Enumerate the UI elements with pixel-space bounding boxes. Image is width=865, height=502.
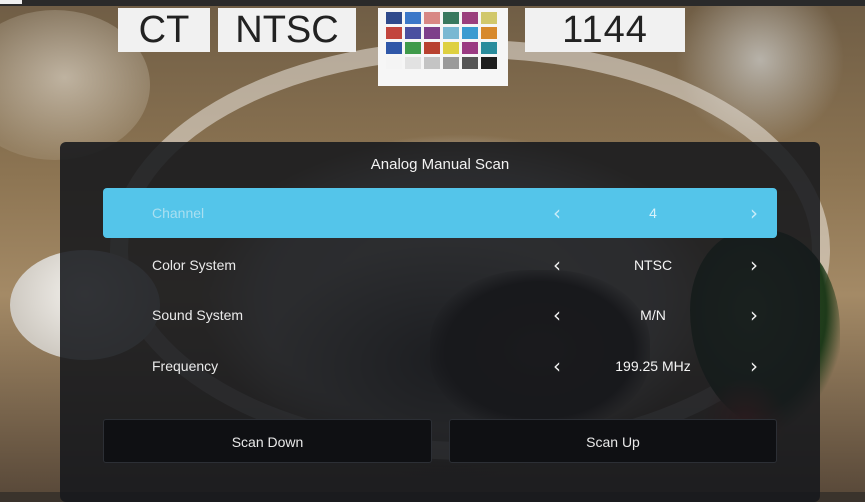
color-swatch-grid (378, 8, 508, 86)
color-swatch (481, 27, 497, 39)
scan-down-button[interactable]: Scan Down (103, 419, 432, 463)
top-edge-bar (0, 0, 865, 6)
color-swatch (443, 12, 459, 24)
color-swatch (386, 12, 402, 24)
color-swatch (405, 42, 421, 54)
broadcast-ct-label: CT (118, 8, 210, 52)
color-swatch (405, 27, 421, 39)
broadcast-standard-label: NTSC (218, 8, 356, 52)
scan-up-button[interactable]: Scan Up (449, 419, 777, 463)
row-label: Sound System (152, 307, 244, 323)
color-swatch (462, 42, 478, 54)
color-swatch (481, 42, 497, 54)
row-value: NTSC (633, 257, 673, 273)
row-value: 199.25 MHz (615, 358, 691, 374)
row-label: Frequency (152, 358, 219, 374)
broadcast-number-label: 1144 (525, 8, 685, 52)
color-swatch (386, 42, 402, 54)
row-color-system[interactable]: Color System ‹ NTSC › (103, 240, 777, 290)
color-swatch (462, 57, 478, 69)
panel-title: Analog Manual Scan (370, 156, 510, 173)
color-swatch (424, 12, 440, 24)
color-swatch (481, 57, 497, 69)
row-value: 4 (649, 205, 657, 221)
color-swatch (424, 57, 440, 69)
row-label: Color System (152, 257, 237, 273)
row-label: Channel (152, 205, 205, 221)
row-sound-system[interactable]: Sound System ‹ M/N › (103, 290, 777, 340)
row-frequency[interactable]: Frequency ‹ 199.25 MHz › (103, 341, 777, 391)
color-swatch (405, 57, 421, 69)
analog-manual-scan-panel: Analog Manual Scan Channel ‹ 4 › Color S… (60, 142, 820, 502)
color-swatch (424, 27, 440, 39)
color-swatch (462, 12, 478, 24)
color-swatch (443, 57, 459, 69)
color-swatch (481, 12, 497, 24)
color-swatch (386, 57, 402, 69)
row-channel[interactable]: Channel ‹ 4 › (103, 188, 777, 238)
color-swatch (386, 27, 402, 39)
chevron-right-icon[interactable]: › (744, 188, 764, 238)
color-swatch (443, 27, 459, 39)
chevron-right-icon[interactable]: › (744, 290, 764, 340)
corner-mark (0, 0, 22, 4)
color-swatch (405, 12, 421, 24)
row-value: M/N (640, 307, 666, 323)
color-swatch (424, 42, 440, 54)
chevron-right-icon[interactable]: › (744, 240, 764, 290)
color-swatch (443, 42, 459, 54)
chevron-right-icon[interactable]: › (744, 341, 764, 391)
color-swatch (462, 27, 478, 39)
